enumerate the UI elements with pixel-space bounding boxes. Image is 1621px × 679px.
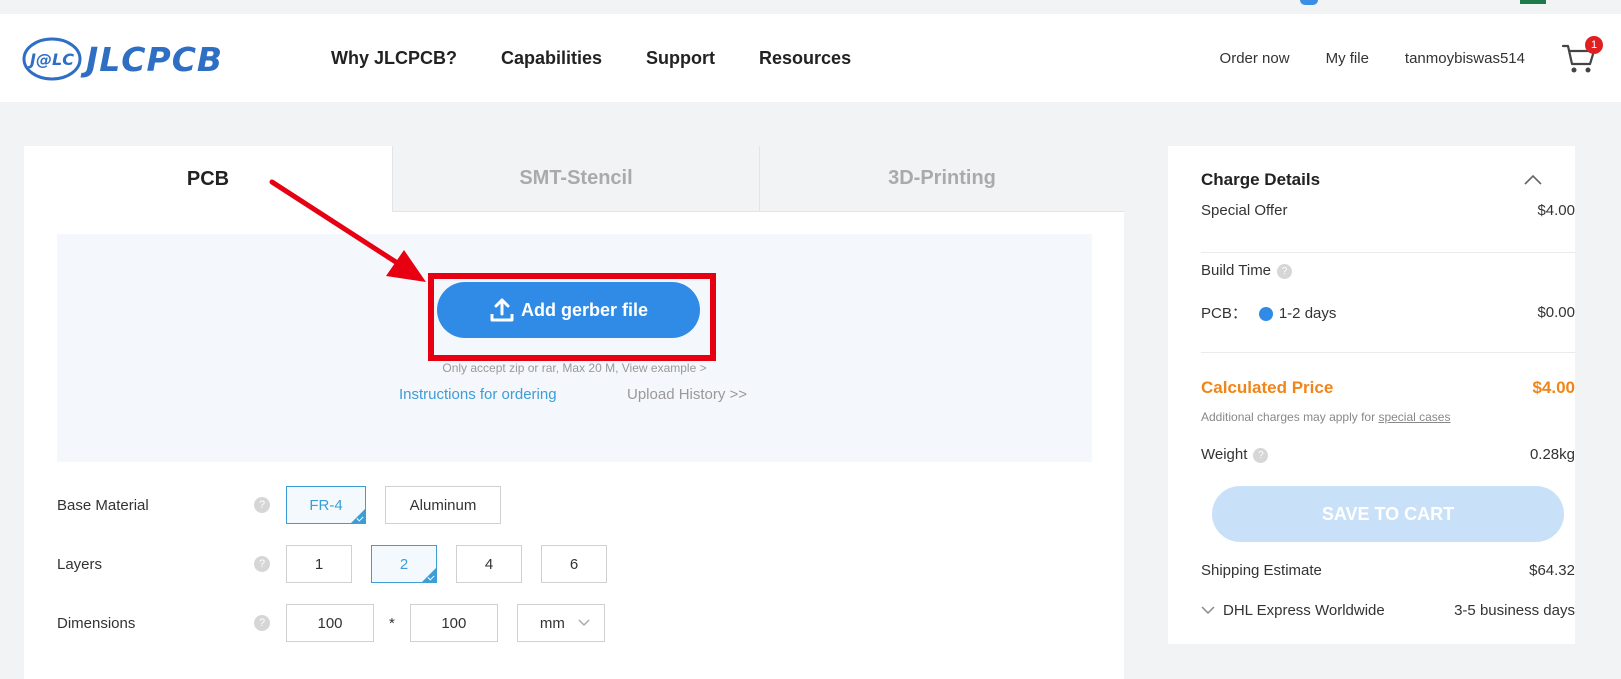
- add-gerber-file-label: Add gerber file: [520, 299, 649, 320]
- weight-value: 0.28kg: [1529, 446, 1575, 463]
- help-icon[interactable]: ?: [1253, 447, 1269, 463]
- weight-row: Weight? 0.28kg: [1201, 446, 1575, 463]
- build-time-label-wrap: Build Time?: [1201, 262, 1293, 279]
- help-icon[interactable]: ?: [254, 556, 270, 572]
- charge-details-panel: Charge Details Special Offer $4.00 Build…: [1168, 146, 1575, 644]
- pcb-build-row: PCB： 1-2 days $0.00: [1201, 302, 1575, 323]
- username-link[interactable]: tanmoybiswas514: [1405, 50, 1525, 67]
- chevron-down-icon: [578, 619, 590, 627]
- cart-button[interactable]: 1: [1561, 36, 1603, 76]
- nav-capabilities[interactable]: Capabilities: [501, 48, 602, 69]
- layers-label: Layers: [57, 555, 103, 573]
- radio-selected-icon[interactable]: [1258, 307, 1273, 322]
- calculated-price-row: Calculated Price $4.00: [1201, 378, 1575, 398]
- upload-area: Add gerber file Only accept zip or rar, …: [57, 234, 1092, 462]
- nav-resources[interactable]: Resources: [759, 48, 851, 69]
- cart-count-badge: 1: [1585, 36, 1603, 54]
- chevron-down-icon: [1201, 606, 1215, 615]
- carrier-name: DHL Express Worldwide: [1223, 602, 1385, 619]
- build-time-label: Build Time: [1201, 262, 1272, 279]
- top-strip: [0, 0, 1621, 14]
- carrier-time: 3-5 business days: [1454, 602, 1575, 619]
- dimension-separator: *: [389, 614, 395, 632]
- header: J@LC JLCPCB Why JLCPCB? Capabilities Sup…: [0, 14, 1621, 102]
- order-panel: PCB SMT-Stencil 3D-Printing Add gerber f…: [24, 146, 1124, 679]
- base-material-label: Base Material: [57, 496, 149, 514]
- divider: [1201, 252, 1575, 253]
- pcb-build-wrap: PCB： 1-2 days: [1201, 302, 1336, 323]
- shipping-estimate-label: Shipping Estimate: [1201, 562, 1322, 579]
- base-material-aluminum[interactable]: Aluminum: [385, 486, 501, 524]
- upload-note: Only accept zip or rar, Max 20 M, View e…: [442, 361, 707, 375]
- additional-charges-note: Additional charges may apply for special…: [1201, 410, 1450, 424]
- special-offer-value: $4.00: [1537, 202, 1575, 219]
- tab-3d-printing[interactable]: 3D-Printing: [759, 146, 1124, 212]
- layers-option-1[interactable]: 1: [286, 545, 352, 583]
- dimension-width-input[interactable]: 100: [286, 604, 374, 642]
- calculated-price-label: Calculated Price: [1201, 378, 1334, 397]
- charge-details-title: Charge Details: [1201, 170, 1321, 189]
- special-offer-label: Special Offer: [1201, 202, 1288, 219]
- top-blue-mark: [1300, 0, 1318, 5]
- chevron-up-icon[interactable]: [1524, 174, 1542, 185]
- my-file-link[interactable]: My file: [1326, 50, 1369, 67]
- nav-support[interactable]: Support: [646, 48, 715, 69]
- add-gerber-file-button[interactable]: Add gerber file: [437, 282, 700, 338]
- logo-text: JLCPCB: [86, 39, 224, 79]
- logo-mark-text: J@LC: [27, 50, 74, 69]
- instructions-link[interactable]: Instructions for ordering: [399, 386, 557, 403]
- pcb-label: PCB：: [1201, 305, 1247, 322]
- unit-select[interactable]: mm: [516, 604, 605, 642]
- carrier-select[interactable]: DHL Express Worldwide: [1201, 602, 1385, 619]
- account-nav: Order now My file tanmoybiswas514 1: [1220, 14, 1621, 102]
- weight-label: Weight: [1201, 446, 1248, 463]
- pcb-build-time: 1-2 days: [1278, 305, 1337, 322]
- special-cases-link[interactable]: special cases: [1378, 410, 1450, 424]
- dimensions-label: Dimensions: [57, 614, 136, 632]
- upload-history-link[interactable]: Upload History >>: [627, 386, 747, 403]
- tab-smt-stencil[interactable]: SMT-Stencil: [392, 146, 759, 212]
- layers-option-6[interactable]: 6: [541, 545, 607, 583]
- build-time-row: Build Time?: [1201, 262, 1575, 279]
- order-now-link[interactable]: Order now: [1220, 50, 1290, 67]
- dimensions-row: Dimensions ? 100 * 100 mm: [57, 604, 624, 642]
- upload-icon: [490, 298, 514, 322]
- unit-select-value: mm: [539, 614, 565, 632]
- additional-charges-text: Additional charges may apply for: [1201, 410, 1379, 424]
- carrier-row[interactable]: DHL Express Worldwide 3-5 business days: [1201, 602, 1575, 619]
- red-arrow-annotation: [269, 179, 426, 282]
- help-icon[interactable]: ?: [1277, 263, 1293, 279]
- special-offer-row: Special Offer $4.00: [1201, 202, 1575, 219]
- shipping-estimate-value: $64.32: [1529, 562, 1575, 579]
- base-material-fr4[interactable]: FR-4: [286, 486, 366, 524]
- layers-row: Layers ? 1 2 4 6: [57, 545, 626, 583]
- pcb-build-price: $0.00: [1537, 304, 1575, 321]
- weight-label-wrap: Weight?: [1201, 446, 1269, 463]
- divider: [1201, 352, 1575, 353]
- top-green-mark: [1520, 0, 1546, 4]
- help-icon[interactable]: ?: [254, 497, 270, 513]
- nav-why-jlcpcb[interactable]: Why JLCPCB?: [331, 48, 457, 69]
- help-icon[interactable]: ?: [254, 615, 270, 631]
- save-to-cart-button[interactable]: SAVE TO CART: [1212, 486, 1564, 542]
- jlcpcb-logo[interactable]: J@LC JLCPCB: [22, 36, 223, 82]
- shipping-estimate-row: Shipping Estimate $64.32: [1201, 562, 1575, 579]
- base-material-row: Base Material ? FR-4 Aluminum: [57, 486, 520, 524]
- logo-mark-icon: J@LC: [22, 37, 82, 81]
- dimension-height-input[interactable]: 100: [409, 604, 498, 642]
- main-nav: Why JLCPCB? Capabilities Support Resourc…: [331, 14, 895, 102]
- layers-option-4[interactable]: 4: [456, 545, 522, 583]
- calculated-price-value: $4.00: [1532, 378, 1575, 397]
- layers-option-2[interactable]: 2: [371, 545, 437, 583]
- product-tabs: PCB SMT-Stencil 3D-Printing: [24, 146, 1124, 212]
